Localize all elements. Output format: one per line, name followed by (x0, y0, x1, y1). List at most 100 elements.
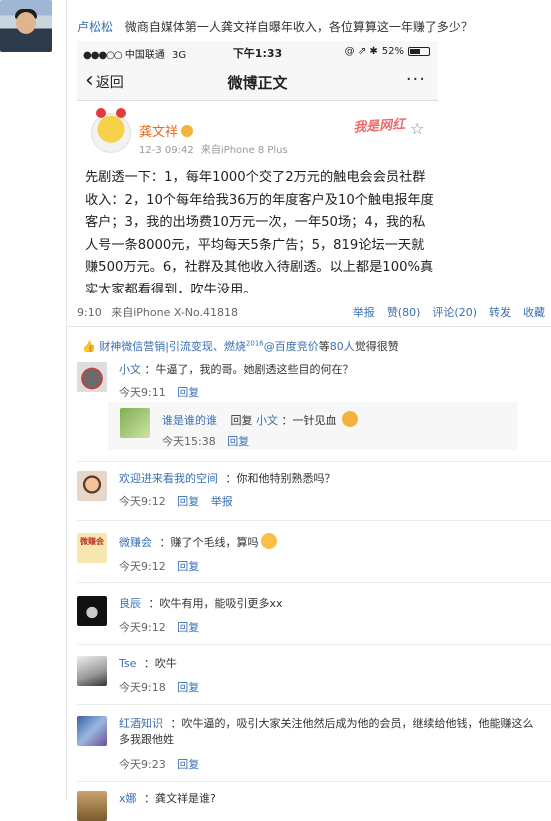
battery-icon (408, 47, 430, 56)
comment-meta: 今天9:12 回复 举报 (119, 493, 241, 509)
watermark-logo: 我是网红 (352, 117, 406, 136)
favorite-button[interactable]: 收藏 (523, 304, 545, 320)
nested-reply-time: 今天15:38 (162, 435, 216, 448)
thumbs-up-emoji-icon (342, 411, 358, 427)
reply-button[interactable]: 回复 (177, 386, 199, 399)
comment-text-row: 微赚会 ：赚了个毛线，算吗 (119, 533, 549, 551)
weibo-time: 12-3 09:42 (139, 145, 194, 156)
comment-time: 今天9:18 (119, 681, 166, 694)
more-icon[interactable]: ··· (406, 69, 426, 90)
thumbs-up-icon: 👍 (82, 340, 96, 353)
comment-divider (77, 520, 551, 521)
star-icon: ☆ (410, 119, 425, 138)
comment-time: 今天9:23 (119, 758, 166, 771)
comment-divider (77, 461, 551, 462)
commenter-avatar[interactable] (77, 362, 107, 392)
reply-button[interactable]: 回复 (177, 621, 199, 634)
commenter-name[interactable]: x娜 (119, 792, 137, 805)
comment-meta: 今天9:12 回复 (119, 558, 207, 574)
divider (67, 326, 551, 327)
comment-divider (77, 781, 551, 782)
comment-meta: 今天9:11 回复 (119, 384, 207, 400)
column-divider (66, 0, 67, 800)
comment-divider (77, 644, 551, 645)
comment-meta: 今天9:12 回复 (119, 619, 207, 635)
post-header: 卢松松 微商自媒体第一人龚文祥自曝年收入，各位算算这一年赚了多少？ (77, 18, 473, 35)
forward-button[interactable]: 转发 (489, 304, 511, 320)
liker-link-3[interactable]: @百度竞价 (264, 340, 319, 353)
comment-text: ：吹牛有用，能吸引更多xx (148, 597, 283, 610)
post-time: 9:10 (77, 306, 102, 319)
report-button[interactable]: 举报 (353, 304, 375, 320)
nested-reply-target[interactable]: 小文 (256, 414, 278, 427)
commenter-avatar[interactable] (77, 656, 107, 686)
weibo-body-text: 先剧透一下：1，每年1000个交了2万元的触电会会员社群收入：2，10个每年给我… (85, 170, 434, 293)
commenter-avatar[interactable] (77, 716, 107, 746)
nested-reply-meta: 今天15:38 回复 (162, 433, 249, 449)
nested-reply: 谁是谁的谁 回复 小文 ：一针见血 今天15:38 回复 (108, 402, 518, 450)
likes-tail: 等 (318, 340, 330, 353)
comment-text-row: 红酒知识 ：吹牛逼的，吸引大家关注他然后成为他的会员，继续给他钱，他能赚这么多我… (119, 716, 539, 748)
liker-link[interactable]: 财神 (99, 340, 121, 353)
nested-reply-avatar[interactable] (120, 408, 150, 438)
reply-button[interactable]: 回复 (177, 495, 199, 508)
reply-button[interactable]: 回复 (177, 560, 199, 573)
commenter-name[interactable]: 红酒知识 (119, 717, 163, 730)
commenter-name[interactable]: 欢迎进来看我的空间 (119, 472, 218, 485)
comment-text: ：龚文祥是谁? (144, 792, 216, 805)
nested-reply-author[interactable]: 谁是谁的谁 (162, 414, 217, 427)
unamused-emoji-icon (260, 533, 277, 549)
battery-percent: 52% (381, 46, 404, 57)
nested-reply-text: ：一针见血 (281, 414, 337, 427)
reply-button[interactable]: 回复 (177, 681, 199, 694)
post-source: 来自iPhone X-No.41818 (111, 306, 239, 319)
nested-reply-word: 回复 (230, 414, 253, 427)
post-author-link[interactable]: 卢松松 (77, 20, 113, 34)
commenter-avatar[interactable]: 微赚会 (77, 533, 107, 563)
liker-link-2[interactable]: 微信营销|引流变现、燃烧 (121, 340, 246, 353)
embedded-weibo-screenshot: ●●●○○ 中国联通 3G 下午1:33 @ ⇗ ✱ 52% ‹ 返回 微博正文… (77, 41, 438, 293)
comment-divider (77, 582, 551, 583)
phone-nav-bar: ‹ 返回 微博正文 ··· (77, 63, 438, 101)
comment-text-row: 欢迎进来看我的空间 ：你和他特别熟悉吗？ (119, 471, 549, 487)
comment-time: 今天9:12 (119, 560, 166, 573)
likes-suffix: 觉得很赞 (354, 340, 399, 353)
commenter-name[interactable]: 小文 (119, 363, 141, 376)
likes-count-link[interactable]: 80人 (330, 340, 355, 353)
nested-reply-button[interactable]: 回复 (227, 435, 249, 448)
liker-sup: 2016 (245, 339, 264, 348)
comment-button[interactable]: 评论(20) (432, 304, 477, 320)
reply-button[interactable]: 回复 (177, 758, 199, 771)
comment-text-row: Tse ：吹牛 (119, 656, 549, 672)
comment-text-row: 小文 ：牛逼了，我的哥。她剧透这些目的何在？ (119, 362, 549, 378)
comment-text: ：吹牛逼的，吸引大家关注他然后成为他的会员，继续给他钱，他能赚这么多我跟他姓 (119, 717, 534, 746)
report-comment-button[interactable]: 举报 (211, 495, 233, 508)
status-right: @ ⇗ ✱ 52% (345, 46, 430, 57)
post-actions: 举报 赞(80) 评论(20) 转发 收藏 (353, 304, 545, 320)
commenter-avatar[interactable] (77, 596, 107, 626)
phone-page-title: 微博正文 (227, 74, 288, 92)
poster-avatar[interactable] (0, 0, 52, 52)
commenter-name[interactable]: 微赚会 (119, 536, 152, 549)
likes-summary: 👍 财神微信营销|引流变现、燃烧2016@百度竞价等80人觉得很赞 (82, 338, 399, 354)
phone-status-bar: ●●●○○ 中国联通 3G 下午1:33 @ ⇗ ✱ 52% (77, 41, 438, 63)
post-text: 微商自媒体第一人龚文祥自曝年收入，各位算算这一年赚了多少？ (124, 20, 473, 34)
comment-meta: 今天9:18 回复 (119, 679, 207, 695)
status-icons: @ ⇗ ✱ (344, 46, 378, 57)
vip-badge-icon (181, 125, 194, 137)
comment-text: ：牛逼了，我的哥。她剧透这些目的何在？ (144, 363, 354, 376)
comment-text: ：赚了个毛线，算吗 (159, 536, 259, 549)
comment-time: 今天9:12 (119, 495, 166, 508)
comment-text-row: x娜 ：龚文祥是谁? (119, 791, 549, 807)
commenter-name[interactable]: 良辰 (119, 597, 141, 610)
comment-text: ：吹牛 (143, 657, 177, 670)
commenter-avatar[interactable] (77, 471, 107, 501)
comment-text-row: 良辰 ：吹牛有用，能吸引更多xx (119, 596, 549, 612)
comment-time: 今天9:11 (119, 386, 166, 399)
comment-time: 今天9:12 (119, 621, 166, 634)
comment-divider (77, 704, 551, 705)
weibo-author-name: 龚文祥 (139, 121, 194, 140)
commenter-avatar[interactable] (77, 791, 107, 821)
commenter-name[interactable]: Tse (119, 657, 136, 670)
like-button[interactable]: 赞(80) (387, 304, 421, 320)
